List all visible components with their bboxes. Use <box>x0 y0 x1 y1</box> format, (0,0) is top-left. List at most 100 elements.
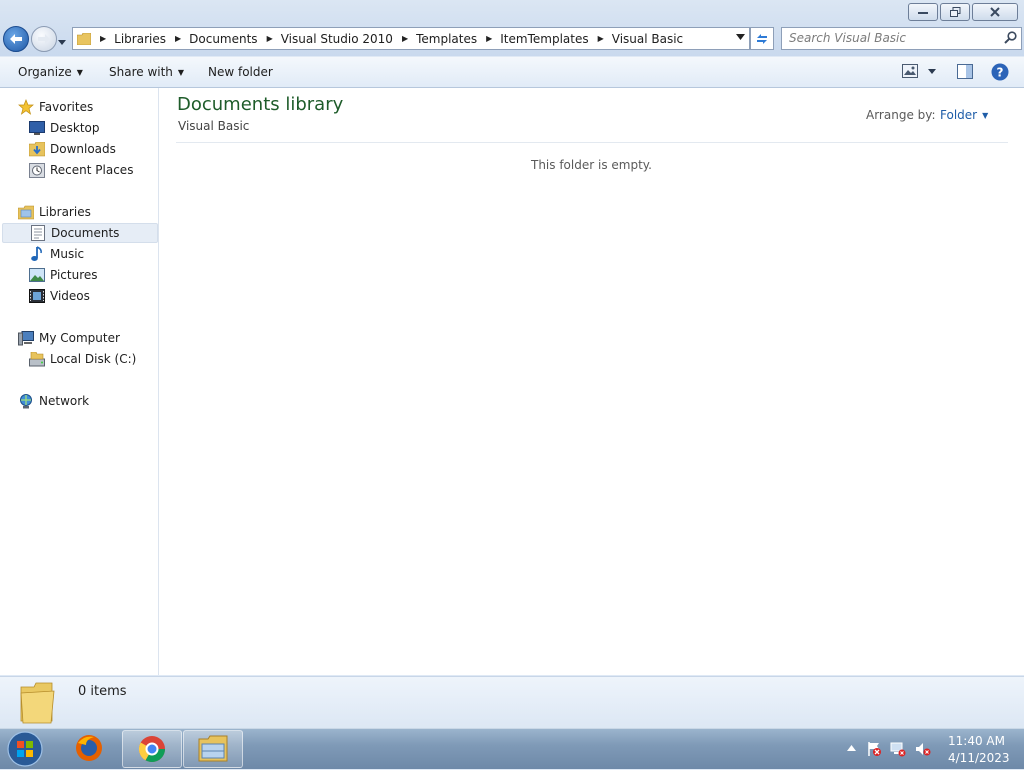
chrome-icon <box>138 736 166 763</box>
back-button[interactable] <box>3 26 29 52</box>
library-subtitle: Visual Basic <box>178 119 250 133</box>
nav-favorites-label: Favorites <box>39 100 94 114</box>
network-icon <box>18 393 34 409</box>
window-controls <box>908 3 1018 21</box>
folder-icon <box>20 682 55 724</box>
restore-icon <box>949 7 960 17</box>
nav-music[interactable]: Music <box>2 244 156 264</box>
forward-button[interactable] <box>31 26 57 52</box>
arrange-by-value: Folder <box>940 108 978 122</box>
library-title: Documents library <box>177 94 344 115</box>
help-icon: ? <box>991 63 1009 81</box>
show-hidden-icons[interactable] <box>847 745 856 751</box>
windows-logo-icon <box>7 731 43 767</box>
breadcrumb-libraries[interactable]: Libraries <box>114 32 166 46</box>
videos-icon <box>29 288 45 304</box>
taskbar-explorer[interactable] <box>183 730 243 768</box>
nav-my-computer[interactable]: My Computer <box>2 328 156 348</box>
nav-videos[interactable]: Videos <box>2 286 156 306</box>
chevron-down-icon[interactable] <box>928 68 936 74</box>
nav-libraries[interactable]: Libraries <box>2 202 156 222</box>
refresh-icon <box>757 33 767 44</box>
minimize-button[interactable] <box>908 3 938 21</box>
breadcrumb-templates[interactable]: Templates <box>416 32 477 46</box>
recent-pages-button[interactable] <box>58 34 66 48</box>
search-input[interactable] <box>782 28 999 47</box>
share-with-label: Share with <box>109 65 173 79</box>
action-center-icon[interactable] <box>866 741 882 757</box>
breadcrumb-documents[interactable]: Documents <box>189 32 257 46</box>
share-with-menu[interactable]: Share with ▼ <box>109 65 184 79</box>
nav-network[interactable]: Network <box>2 391 156 411</box>
close-button[interactable] <box>972 3 1018 21</box>
navigation-pane: Favorites Desktop Downloads Recent Place… <box>0 88 159 675</box>
divider <box>176 142 1008 143</box>
chevron-right-icon[interactable]: ▶ <box>486 34 492 43</box>
restore-button[interactable] <box>940 3 970 21</box>
clock-time[interactable]: 11:40 AM <box>948 734 1005 748</box>
nav-my-computer-label: My Computer <box>39 331 120 345</box>
volume-muted-icon[interactable] <box>915 741 931 757</box>
address-bar[interactable]: ▶ Libraries ▶ Documents ▶ Visual Studio … <box>72 27 750 50</box>
search-icon[interactable] <box>1004 31 1017 44</box>
details-pane: 0 items <box>0 676 1024 729</box>
chevron-right-icon[interactable]: ▶ <box>402 34 408 43</box>
nav-downloads[interactable]: Downloads <box>2 139 156 159</box>
refresh-button[interactable] <box>750 27 774 50</box>
address-dropdown-icon[interactable] <box>736 34 745 40</box>
nav-documents[interactable]: Documents <box>2 223 158 243</box>
nav-favorites[interactable]: Favorites <box>2 97 156 117</box>
chevron-right-icon[interactable]: ▶ <box>175 34 181 43</box>
chevron-down-icon: ▼ <box>982 111 989 120</box>
downloads-folder-icon <box>29 141 45 157</box>
nav-pictures-label: Pictures <box>50 268 98 282</box>
pictures-icon <box>29 267 45 283</box>
svg-text:?: ? <box>997 66 1004 80</box>
chevron-down-icon <box>58 40 66 45</box>
chevron-right-icon[interactable]: ▶ <box>598 34 604 43</box>
command-bar: Organize ▼ Share with ▼ New folder <box>0 57 1024 88</box>
nav-network-label: Network <box>39 394 90 408</box>
file-list-area[interactable]: Documents library Visual Basic Arrange b… <box>159 88 1024 675</box>
empty-folder-message: This folder is empty. <box>531 158 652 172</box>
nav-recent-places[interactable]: Recent Places <box>2 160 156 180</box>
organize-menu[interactable]: Organize ▼ <box>18 65 83 79</box>
nav-desktop-label: Desktop <box>50 121 100 135</box>
minimize-icon <box>918 12 928 14</box>
breadcrumb-itemtemplates[interactable]: ItemTemplates <box>500 32 588 46</box>
nav-pictures[interactable]: Pictures <box>2 265 156 285</box>
new-folder-label: New folder <box>208 65 273 79</box>
documents-icon <box>30 225 46 241</box>
chevron-down-icon: ▼ <box>76 68 83 77</box>
chevron-right-icon[interactable]: ▶ <box>267 34 273 43</box>
music-icon <box>29 246 45 262</box>
recent-places-icon <box>29 162 45 178</box>
chevron-down-icon: ▼ <box>177 68 185 77</box>
nav-desktop[interactable]: Desktop <box>2 118 156 138</box>
taskbar-firefox[interactable] <box>60 730 118 766</box>
network-status-icon[interactable] <box>890 741 906 757</box>
new-folder-button[interactable]: New folder <box>208 65 273 79</box>
computer-icon <box>18 330 34 346</box>
organize-label: Organize <box>18 65 72 79</box>
folder-icon <box>77 32 91 45</box>
search-box[interactable] <box>781 27 1022 50</box>
nav-recent-places-label: Recent Places <box>50 163 134 177</box>
nav-local-disk[interactable]: Local Disk (C:) <box>2 349 156 369</box>
clock-date[interactable]: 4/11/2023 <box>948 751 1010 765</box>
taskbar-chrome[interactable] <box>122 730 182 768</box>
title-bar: ▶ Libraries ▶ Documents ▶ Visual Studio … <box>0 0 1024 56</box>
breadcrumb-visual-basic[interactable]: Visual Basic <box>612 32 683 46</box>
chevron-right-icon[interactable]: ▶ <box>100 34 106 43</box>
change-view-button[interactable] <box>902 64 936 78</box>
start-button[interactable] <box>6 731 44 767</box>
help-button[interactable]: ? <box>991 63 1009 84</box>
breadcrumb-visual-studio-2010[interactable]: Visual Studio 2010 <box>281 32 393 46</box>
preview-pane-button[interactable] <box>957 64 973 82</box>
nav-videos-label: Videos <box>50 289 90 303</box>
arrange-by-dropdown[interactable]: Folder ▼ <box>940 108 988 122</box>
star-icon <box>18 99 34 115</box>
hard-drive-icon <box>29 351 45 367</box>
taskbar: 11:40 AM 4/11/2023 <box>0 728 1024 769</box>
desktop-icon <box>29 120 45 136</box>
